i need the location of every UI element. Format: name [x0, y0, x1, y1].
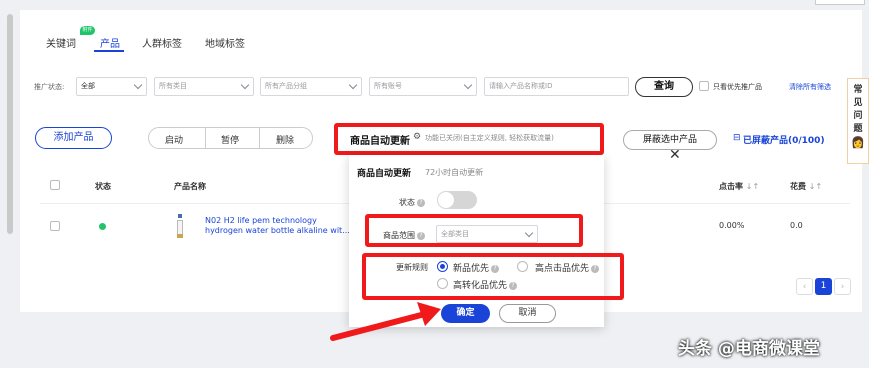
account-select-placeholder: 所有账号 [374, 82, 402, 90]
gear-icon[interactable]: ⚙ [413, 132, 421, 142]
rule-option-new: 新品优先? [453, 261, 500, 274]
popup-title: 商品自动更新 [357, 169, 412, 179]
header-cost-label: 花费 [790, 182, 806, 191]
annotation-arrow-icon [330, 302, 441, 341]
tab-keywords[interactable]: 关键词 [46, 35, 76, 50]
left-scrollbar[interactable] [7, 14, 13, 234]
status-dot [99, 223, 106, 230]
chevron-down-icon [240, 80, 250, 90]
faq-char: 常 [853, 85, 863, 95]
close-icon[interactable]: ✕ [669, 147, 681, 163]
rule-field-label: 更新规则 [396, 263, 428, 272]
faq-char: 问 [853, 111, 863, 121]
top-strip [0, 0, 869, 6]
delete-button[interactable]: 删除 [276, 133, 294, 146]
product-name-line2: hydrogen water bottle alkaline wit... [205, 226, 350, 235]
priority-only-checkbox[interactable] [699, 81, 709, 91]
prev-page-button[interactable]: ‹ [796, 278, 813, 295]
rule-radio-clicks[interactable] [517, 261, 528, 272]
next-page-button[interactable]: › [834, 278, 851, 295]
toggle-knob [438, 192, 454, 208]
watermark: 头条 @电商微课堂 [678, 339, 820, 359]
product-name-line1: N02 H2 life pem technology [205, 216, 317, 225]
support-avatar-icon: 👩 [851, 136, 865, 149]
status-label-text: 状态 [399, 198, 415, 207]
page-1-button[interactable]: 1 [815, 278, 832, 295]
cancel-button[interactable]: 取消 [499, 304, 556, 323]
divider [259, 128, 260, 148]
product-thumbnail[interactable] [172, 212, 188, 244]
cost-cell: 0.0 [790, 221, 803, 230]
help-icon[interactable]: ? [417, 198, 425, 207]
rule-option-clicks-text: 高点击品优先 [535, 264, 590, 274]
scope-select[interactable]: 全部类目 [436, 225, 538, 243]
tab-products[interactable]: 产品 [100, 35, 120, 50]
bottle-cap [178, 214, 182, 218]
product-search-input[interactable]: 请输入产品名称或ID [484, 77, 629, 96]
status-select[interactable]: 全部 [76, 77, 147, 96]
header-status: 状态 [95, 182, 111, 191]
header-ctr[interactable]: 点击率 ↓↑ [719, 181, 759, 192]
chevron-down-icon [133, 80, 143, 90]
select-all-checkbox[interactable] [50, 180, 60, 190]
hidden-products-link[interactable]: 已屏蔽产品(0/100) [743, 133, 825, 146]
rule-radio-conversion[interactable] [437, 278, 448, 289]
help-icon[interactable]: ? [591, 264, 600, 273]
account-select[interactable]: 所有账号 [369, 77, 477, 96]
chevron-down-icon [524, 228, 534, 238]
help-icon[interactable]: ? [417, 231, 425, 240]
category-select-placeholder: 所有类目 [159, 82, 187, 90]
status-field-label: 状态? [399, 197, 425, 208]
group-select-placeholder: 所有产品分组 [265, 82, 307, 90]
status-toggle[interactable] [437, 191, 477, 209]
group-select[interactable]: 所有产品分组 [260, 77, 362, 96]
scope-select-value: 全部类目 [441, 230, 469, 238]
header-cost[interactable]: 花费 ↓↑ [790, 181, 822, 192]
active-tab-underline [94, 50, 124, 52]
category-select[interactable]: 所有类目 [154, 77, 254, 96]
sort-icon: ↓↑ [808, 182, 823, 191]
top-right-box [815, 0, 865, 5]
rule-option-conversion: 高转化品优先? [453, 278, 518, 291]
faq-char: 见 [853, 98, 863, 108]
priority-only-label: 只看优先推广品 [713, 83, 762, 91]
pause-button[interactable]: 暂停 [221, 133, 239, 146]
tab-audience-tags[interactable]: 人群标签 [142, 35, 182, 50]
chevron-down-icon [463, 80, 473, 90]
help-icon[interactable]: ? [491, 264, 500, 273]
chevron-down-icon [348, 80, 358, 90]
ctr-cell: 0.00% [719, 221, 745, 230]
query-button[interactable]: 查询 [635, 77, 693, 97]
header-product-name: 产品名称 [174, 182, 206, 191]
rule-option-new-text: 新品优先 [453, 264, 490, 274]
sort-icon: ↓↑ [745, 182, 760, 191]
auto-update-title[interactable]: 商品自动更新 [350, 132, 410, 147]
divider [205, 128, 206, 148]
hidden-list-icon[interactable]: ⊟ [733, 133, 741, 143]
status-filter-label: 推广状态: [34, 83, 65, 91]
auto-update-desc: 功能已关闭(自主定义规则, 轻松获取流量) [425, 134, 554, 142]
tab-region-tags[interactable]: 地域标签 [205, 35, 245, 50]
new-badge: 附件 [80, 26, 95, 35]
help-icon[interactable]: ? [509, 281, 518, 290]
scope-field-label: 商品范围? [383, 230, 425, 241]
batch-action-group: 启动 暂停 删除 [148, 127, 313, 149]
clear-filters-link[interactable]: 清除所有筛选 [789, 82, 831, 92]
rule-option-clicks: 高点击品优先? [535, 261, 600, 274]
product-name-link[interactable]: N02 H2 life pem technology hydrogen wate… [205, 216, 350, 236]
rule-radio-new[interactable] [437, 261, 448, 272]
scope-label-text: 商品范围 [383, 231, 415, 240]
faq-side-tab[interactable]: 常 见 问 题 👩 [847, 78, 869, 164]
bottle-base [177, 234, 183, 238]
add-product-button[interactable]: 添加产品 [35, 127, 112, 149]
faq-char: 题 [853, 124, 863, 134]
search-placeholder: 请输入产品名称或ID [489, 82, 553, 90]
status-select-value: 全部 [81, 82, 95, 90]
row-checkbox[interactable] [50, 221, 60, 231]
popup-subtitle: 72小时自动更新 [425, 168, 484, 177]
start-button[interactable]: 启动 [165, 133, 183, 146]
header-ctr-label: 点击率 [719, 182, 743, 191]
rule-option-conversion-text: 高转化品优先 [453, 281, 508, 291]
